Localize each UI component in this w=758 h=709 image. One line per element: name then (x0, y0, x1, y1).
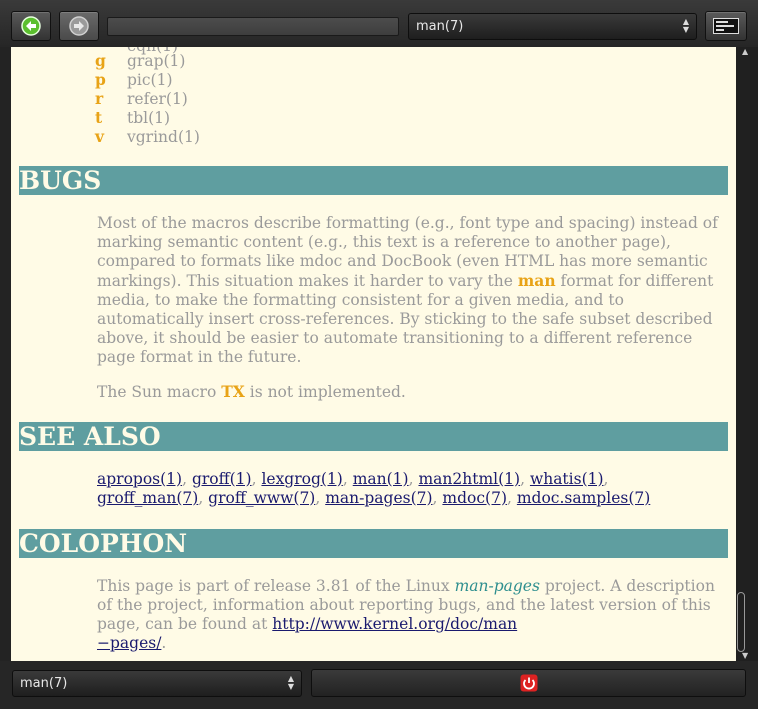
colophon-end: . (161, 634, 167, 652)
quit-button[interactable] (311, 669, 746, 697)
see-also-link[interactable]: apropos(1) (97, 470, 182, 488)
colophon-text: This page is part of release 3.81 of the… (97, 577, 450, 595)
see-also-link[interactable]: man(1) (353, 470, 409, 488)
kernel-url-link[interactable]: http://www.kernel.org/doc/man (272, 615, 517, 633)
section-heading-bugs: BUGS (19, 166, 728, 195)
see-also-link[interactable]: whatis(1) (530, 470, 604, 488)
man-page-content: eqn(1) ggrap(1) ppic(1) rrefer(1) ttbl(1… (11, 47, 736, 661)
index-letter: v (95, 127, 105, 146)
arrow-left-icon (21, 16, 41, 36)
page-select-top-value: man(7) (416, 19, 464, 34)
index-letter: g (95, 51, 106, 70)
see-also-link[interactable]: groff_man(7) (97, 489, 198, 507)
vertical-scrollbar[interactable]: ▲ ▼ (736, 47, 758, 661)
back-button[interactable] (11, 11, 51, 41)
forward-button[interactable] (59, 11, 99, 41)
select-arrows-icon: ▲ ▼ (682, 17, 689, 34)
url-field[interactable] (107, 17, 399, 36)
tx-text: The Sun macro (97, 383, 217, 401)
tx-text-cont: is not implemented. (249, 383, 406, 401)
see-also-link[interactable]: mdoc.samples(7) (517, 489, 650, 507)
index-entry: t tbl(1) (95, 108, 170, 128)
terminal-icon (713, 18, 739, 34)
page-select-bottom-value: man(7) (20, 676, 68, 691)
index-ref: refer(1) (127, 90, 188, 108)
colophon-paragraph: This page is part of release 3.81 of the… (97, 577, 727, 653)
index-ref: grap(1) (127, 52, 186, 70)
tx-highlight: TX (221, 382, 245, 401)
scroll-up-icon[interactable]: ▲ (742, 47, 748, 56)
page-select-bottom[interactable]: man(7) ▲ ▼ (12, 670, 302, 697)
index-letter: t (95, 108, 103, 127)
see-also-link[interactable]: man-pages(7) (325, 489, 432, 507)
select-arrows-icon: ▲ ▼ (287, 674, 294, 691)
bugs-paragraph-tx: The Sun macro TX is not implemented. (97, 382, 727, 402)
index-letter: p (95, 70, 106, 89)
project-name: man-pages (454, 577, 540, 595)
see-also-link[interactable]: lexgrog(1) (261, 470, 342, 488)
page-select-top[interactable]: man(7) ▲ ▼ (408, 13, 697, 40)
top-toolbar: man(7) ▲ ▼ (0, 0, 758, 47)
terminal-button[interactable] (705, 11, 747, 41)
bugs-highlight: man (517, 271, 556, 290)
scroll-down-icon[interactable]: ▼ (742, 651, 748, 660)
section-heading-see-also: SEE ALSO (19, 422, 728, 451)
see-also-link[interactable]: groff(1) (192, 470, 252, 488)
index-entry: r refer(1) (95, 89, 188, 109)
see-also-link[interactable]: groff_www(7) (208, 489, 315, 507)
see-also-link[interactable]: man2html(1) (418, 470, 520, 488)
index-ref: vgrind(1) (127, 128, 200, 146)
kernel-url-link-cont[interactable]: −pages/ (97, 634, 161, 652)
index-ref: pic(1) (127, 71, 173, 89)
power-icon (520, 674, 537, 692)
index-entry: p pic(1) (95, 70, 173, 90)
index-entry: g grap(1) (95, 51, 185, 71)
scrollbar-thumb[interactable] (737, 592, 745, 652)
index-letter: r (95, 89, 104, 108)
index-ref: tbl(1) (127, 109, 171, 127)
see-also-links: apropos(1), groff(1), lexgrog(1), man(1)… (97, 470, 651, 507)
section-heading-colophon: COLOPHON (19, 529, 728, 558)
bugs-paragraph: Most of the macros describe formatting (… (97, 214, 727, 367)
arrow-right-icon (69, 16, 89, 36)
see-also-link[interactable]: mdoc(7) (442, 489, 507, 507)
index-entry: v vgrind(1) (95, 127, 200, 147)
